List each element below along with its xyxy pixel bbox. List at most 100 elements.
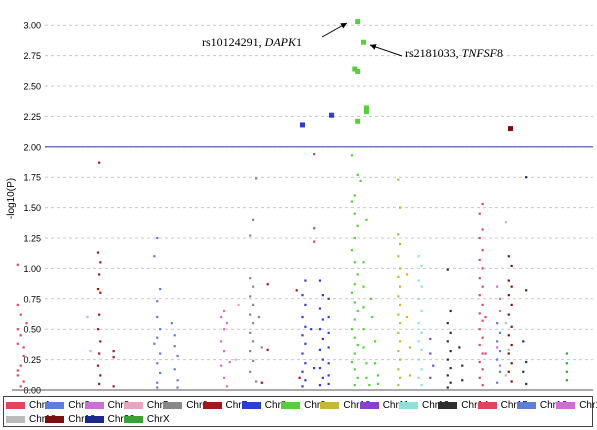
- data-point: [510, 362, 513, 365]
- data-point: [481, 267, 484, 270]
- data-point: [228, 360, 231, 364]
- data-point: [170, 322, 173, 325]
- data-point: [507, 352, 510, 355]
- data-point: [496, 340, 499, 343]
- data-point: [481, 319, 484, 322]
- legend-swatch: [202, 401, 222, 409]
- annotation-label: rs2181033, TNFSF8: [405, 46, 503, 60]
- data-point: [350, 360, 353, 364]
- data-point: [16, 369, 19, 372]
- data-point: [446, 268, 449, 271]
- data-point: [408, 374, 412, 377]
- data-point: [408, 346, 412, 349]
- data-point: [362, 346, 365, 349]
- data-point: [225, 322, 229, 325]
- data-point: [417, 376, 420, 379]
- data-point: [353, 194, 356, 197]
- data-point: [432, 364, 435, 367]
- data-point: [355, 118, 361, 124]
- y-tick-label: 0.50: [23, 325, 41, 335]
- data-point: [16, 303, 19, 306]
- data-point: [86, 315, 89, 319]
- data-point: [376, 374, 380, 377]
- data-point: [399, 285, 402, 288]
- data-point: [318, 384, 322, 387]
- legend-swatch: [556, 401, 576, 409]
- data-point: [405, 315, 409, 319]
- data-point: [98, 382, 101, 386]
- legend-swatch: [123, 401, 143, 409]
- data-point: [156, 315, 159, 319]
- data-point: [481, 384, 484, 387]
- data-point: [496, 285, 499, 288]
- legend-swatch: [6, 401, 25, 409]
- data-point: [449, 367, 452, 370]
- data-point: [510, 343, 513, 347]
- data-point: [99, 261, 102, 264]
- data-point: [19, 364, 22, 367]
- data-point: [355, 19, 361, 25]
- data-point: [159, 371, 162, 375]
- data-point: [417, 297, 420, 300]
- data-point: [397, 368, 400, 371]
- data-point: [478, 376, 481, 379]
- data-point: [252, 218, 255, 221]
- data-point: [376, 382, 380, 386]
- data-point: [478, 328, 481, 331]
- data-point: [484, 352, 487, 355]
- data-point: [478, 236, 481, 240]
- data-point: [156, 386, 159, 389]
- data-point: [446, 340, 449, 343]
- data-point: [96, 328, 100, 331]
- data-point: [565, 379, 568, 382]
- data-point: [301, 334, 304, 337]
- data-point: [99, 291, 102, 294]
- data-point: [353, 368, 356, 371]
- data-point: [19, 313, 22, 316]
- data-point: [361, 39, 367, 45]
- data-point: [368, 384, 371, 387]
- data-point: [176, 379, 179, 382]
- data-point: [498, 331, 502, 334]
- data-point: [222, 376, 226, 379]
- data-point: [22, 346, 25, 349]
- data-point: [321, 358, 324, 361]
- data-point: [374, 340, 377, 343]
- data-point: [399, 340, 402, 343]
- data-point: [159, 287, 162, 291]
- data-point: [19, 334, 22, 337]
- data-point: [257, 315, 261, 319]
- data-point: [397, 349, 400, 353]
- data-point: [301, 370, 304, 373]
- data-point: [565, 370, 568, 373]
- data-point: [310, 328, 313, 331]
- legend-swatch: [241, 401, 261, 409]
- data-point: [399, 376, 402, 379]
- data-point: [397, 233, 400, 236]
- data-point: [504, 322, 507, 325]
- data-point: [461, 364, 464, 367]
- data-point: [510, 264, 513, 268]
- data-point: [301, 385, 304, 388]
- data-point: [429, 337, 432, 341]
- y-tick-label: 3.00: [23, 21, 41, 31]
- data-point: [363, 109, 369, 115]
- data-point: [429, 376, 432, 379]
- data-point: [301, 352, 304, 355]
- data-point: [449, 331, 452, 334]
- data-point: [397, 178, 400, 181]
- data-point: [397, 275, 400, 279]
- data-point: [353, 384, 356, 387]
- legend-swatch: [359, 401, 379, 409]
- data-point: [461, 379, 464, 382]
- data-point: [420, 384, 423, 387]
- data-point: [98, 352, 101, 355]
- data-point: [222, 349, 226, 353]
- data-point: [369, 297, 373, 300]
- data-point: [327, 382, 330, 386]
- data-point: [96, 364, 100, 367]
- data-point: [510, 380, 513, 383]
- legend-swatch: [84, 401, 104, 409]
- data-point: [313, 367, 316, 370]
- data-point: [449, 349, 452, 353]
